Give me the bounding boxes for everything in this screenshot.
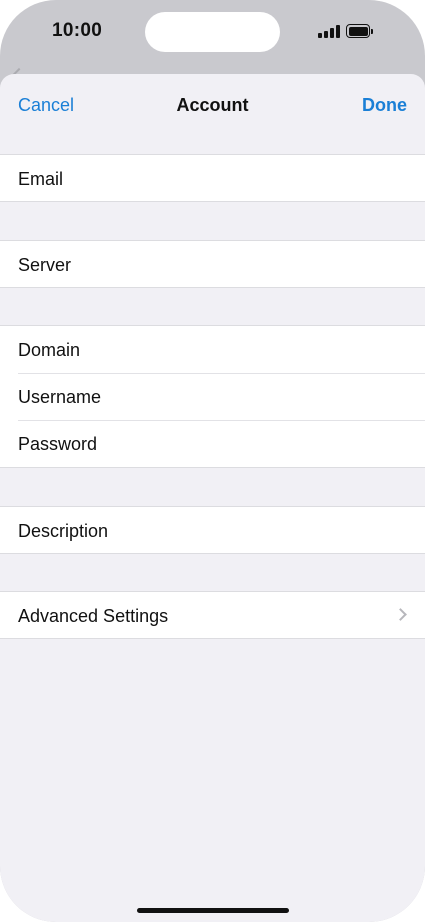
server-row[interactable]: Server xyxy=(0,241,425,288)
status-time: 10:00 xyxy=(52,20,103,41)
password-field[interactable] xyxy=(160,430,405,458)
account-sheet: Cancel Account Done Email Server Domain xyxy=(0,74,425,922)
cellular-signal-icon xyxy=(318,25,340,38)
status-bar: 10:00 xyxy=(0,0,425,74)
advanced-settings-row[interactable]: Advanced Settings xyxy=(0,592,425,639)
dynamic-island xyxy=(145,12,280,52)
phone-screen: 10:00 Cancel Account Done Email Server D… xyxy=(0,0,425,922)
description-row[interactable]: Description xyxy=(0,507,425,554)
domain-label: Domain xyxy=(18,340,81,360)
done-button[interactable]: Done xyxy=(362,95,407,116)
username-field[interactable] xyxy=(160,383,405,411)
description-field[interactable] xyxy=(160,517,405,545)
username-label: Username xyxy=(18,387,102,407)
chevron-right-icon xyxy=(394,608,407,621)
email-label: Email xyxy=(18,169,64,189)
server-label: Server xyxy=(18,255,72,275)
home-indicator[interactable] xyxy=(137,908,289,913)
password-row[interactable]: Password xyxy=(0,420,425,467)
username-row[interactable]: Username xyxy=(0,373,425,420)
domain-field[interactable] xyxy=(160,336,405,364)
email-field[interactable] xyxy=(160,165,405,193)
advanced-settings-label: Advanced Settings xyxy=(18,606,169,626)
advanced-group: Advanced Settings xyxy=(0,591,425,639)
credentials-group: Domain Username Password xyxy=(0,325,425,468)
server-field[interactable] xyxy=(160,251,405,279)
domain-row[interactable]: Domain xyxy=(0,326,425,373)
server-group: Server xyxy=(0,240,425,288)
email-group: Email xyxy=(0,154,425,202)
battery-icon xyxy=(346,24,373,38)
email-row[interactable]: Email xyxy=(0,155,425,202)
description-group: Description xyxy=(0,506,425,554)
description-label: Description xyxy=(18,521,109,541)
navigation-bar: Cancel Account Done xyxy=(0,74,425,136)
password-label: Password xyxy=(18,434,98,454)
